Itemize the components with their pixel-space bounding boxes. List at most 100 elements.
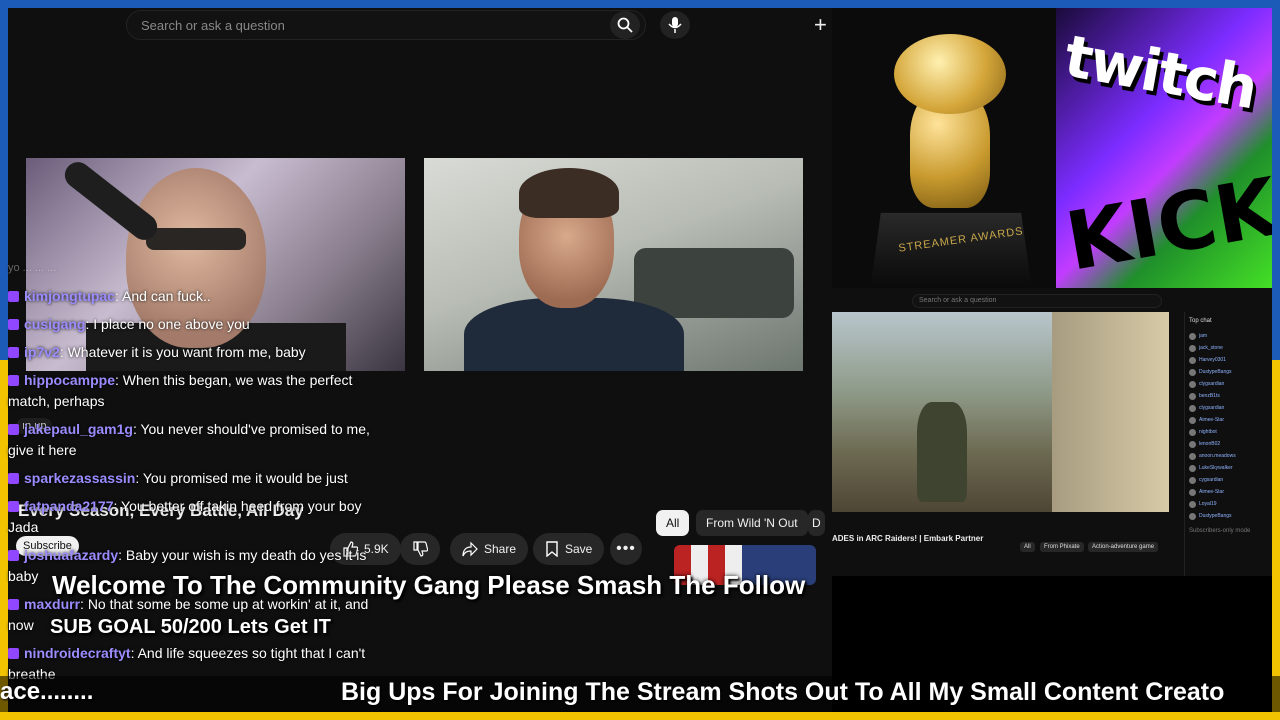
video-thumbnail-office[interactable]: [424, 158, 803, 371]
avatar: [1189, 500, 1196, 508]
mini-chat-user: jam: [1199, 333, 1208, 339]
chip-from-wild-n-out[interactable]: From Wild 'N Out: [696, 510, 808, 536]
kick-logo: KICK: [1059, 160, 1272, 288]
mini-video-wall: [1052, 312, 1169, 512]
mini-chat-user: anoon.meadows: [1199, 453, 1236, 459]
mini-chat-row: Loyal19: [1185, 498, 1272, 510]
avatar: [1189, 440, 1196, 448]
mini-chat-user: Aimee-Star: [1199, 489, 1225, 495]
mini-chat-row: jack_stone: [1185, 342, 1272, 354]
chat-username[interactable]: fatpanda2177: [24, 498, 113, 514]
share-icon: [462, 541, 478, 557]
chat-username[interactable]: sparkezassassin: [24, 470, 135, 486]
mini-chat-row: benzB1ts: [1185, 390, 1272, 402]
more-icon: •••: [616, 540, 636, 557]
mini-chip-all[interactable]: All: [1020, 542, 1035, 552]
avatar: [1189, 332, 1196, 340]
avatar: [1189, 476, 1196, 484]
search-button[interactable]: [610, 11, 640, 39]
mini-chat-user: LukeSkywalker: [1199, 465, 1233, 471]
mini-chat-row: Aimee-Star: [1185, 414, 1272, 426]
avatar: [1189, 368, 1196, 376]
bookmark-icon: [546, 541, 558, 557]
search-input[interactable]: Search or ask a question: [126, 10, 646, 40]
share-button[interactable]: Share: [450, 533, 529, 565]
chat-message: hippocamppe: When this began, we was the…: [8, 372, 353, 409]
mini-search-input[interactable]: Search or ask a question: [912, 294, 1162, 308]
avatar: [1189, 428, 1196, 436]
chat-username[interactable]: jakepaul_gam1g: [24, 421, 133, 437]
twitch-badge-icon: [8, 648, 19, 659]
thumbnail-glasses: [146, 228, 246, 250]
mini-chip-game[interactable]: Action-adventure game: [1088, 542, 1159, 552]
ticker-text-left: ace........: [0, 678, 94, 705]
chat-message-text: You promised me it would be just: [142, 470, 348, 486]
twitch-badge-icon: [8, 347, 19, 358]
mini-chat-row: cygsardian: [1185, 474, 1272, 486]
streamer-award-panel: STREAMER AWARDS: [832, 8, 1056, 288]
mini-chat-user: benzB1ts: [1199, 393, 1220, 399]
twitch-badge-icon: [8, 550, 19, 561]
mini-chat-row: DustypeBangs: [1185, 366, 1272, 378]
search-icon: [617, 17, 633, 33]
chat-message-text: I place no one above you: [93, 316, 250, 332]
frame-bottom: [0, 712, 1280, 720]
voice-search-button[interactable]: [660, 11, 690, 39]
twitch-badge-icon: [8, 375, 19, 386]
chat-message: kimjongtupac: And can fuck..: [8, 286, 380, 307]
save-label: Save: [565, 542, 593, 556]
thumbnail-suit: [464, 298, 684, 371]
thumbs-down-icon: [413, 541, 428, 557]
avatar: [1189, 488, 1196, 496]
chat-username[interactable]: nindroidecraftyt: [24, 645, 131, 661]
chat-username[interactable]: joshuafazardy: [24, 547, 118, 563]
avatar: [1189, 356, 1196, 364]
mini-chat-user: nightbot: [1199, 429, 1217, 435]
avatar: [1189, 464, 1196, 472]
chip-all[interactable]: All: [656, 510, 690, 536]
avatar: [1189, 380, 1196, 388]
trophy-base: [870, 212, 1032, 288]
mini-chat-user: DustypeBangs: [1199, 513, 1232, 519]
mini-chat-user: lenonB02: [1199, 441, 1221, 447]
mini-live-chat: Top chat jam jack_stone Harvey0301 Dusty…: [1184, 312, 1272, 576]
mini-chat-row: Harvey0301: [1185, 354, 1272, 366]
mini-chat-header[interactable]: Top chat: [1185, 312, 1272, 330]
save-button[interactable]: Save: [533, 533, 605, 565]
more-actions-button[interactable]: •••: [610, 533, 642, 565]
mini-chat-user: clygsardian: [1199, 381, 1225, 387]
chat-username[interactable]: hippocamppe: [24, 372, 115, 388]
frame-top: [0, 0, 1280, 8]
chat-username[interactable]: kimjongtupac: [24, 288, 115, 304]
mini-chat-row: anoon.meadows: [1185, 450, 1272, 462]
twitch-badge-icon: [8, 473, 19, 484]
mini-chat-user: Loyal19: [1199, 501, 1217, 507]
mini-chat-row: LukeSkywalker: [1185, 462, 1272, 474]
create-icon[interactable]: +: [814, 12, 827, 38]
mini-chat-user: Harvey0301: [1199, 357, 1226, 363]
chip-partial[interactable]: D: [808, 510, 825, 536]
chat-message: fatpanda2177: You better off takin heed …: [8, 498, 362, 535]
twitch-badge-icon: [8, 501, 19, 512]
chat-message-partial: yo ... ... ...: [8, 262, 380, 274]
mini-chat-row: Aimee-Star: [1185, 486, 1272, 498]
chat-message-text: yo ... ... ...: [8, 262, 57, 274]
microphone-icon: [668, 17, 682, 33]
mini-chat-footer: Subscribers-only mode: [1189, 528, 1251, 534]
chat-username[interactable]: ip7v2: [24, 344, 60, 360]
welcome-banner: Welcome To The Community Gang Please Sma…: [52, 570, 806, 600]
twitch-badge-icon: [8, 424, 19, 435]
search-placeholder: Search or ask a question: [141, 17, 285, 33]
mini-chip-from-phixate[interactable]: From Phixate: [1040, 542, 1084, 552]
twitch-logo: twitch: [1059, 21, 1262, 123]
sub-goal-banner: SUB GOAL 50/200 Lets Get IT: [50, 616, 331, 638]
frame-left: [0, 0, 8, 720]
chat-message: jakepaul_gam1g: You never should've prom…: [8, 421, 370, 458]
platform-logos-panel: twitch KICK: [1056, 8, 1272, 288]
mini-video-player[interactable]: [832, 312, 1169, 512]
chat-message: cusigang: I place no one above you: [8, 314, 380, 335]
chat-message-text: And can fuck..: [122, 288, 211, 304]
mini-chat-user: DustypeBangs: [1199, 369, 1232, 375]
dislike-button[interactable]: [400, 533, 440, 565]
chat-username[interactable]: cusigang: [24, 316, 85, 332]
